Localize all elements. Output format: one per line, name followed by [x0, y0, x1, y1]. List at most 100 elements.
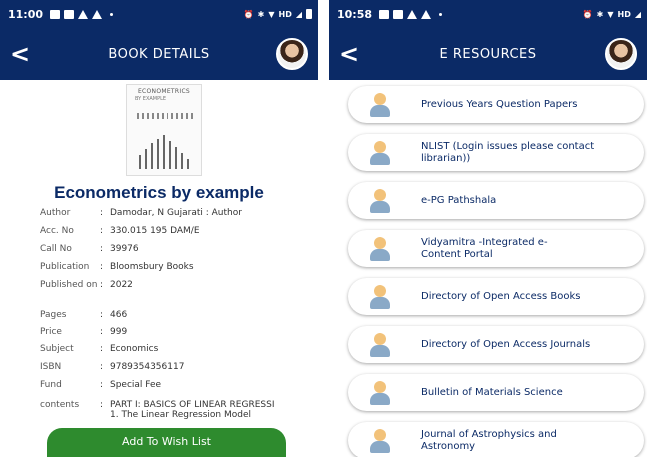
person-icon	[368, 332, 392, 357]
page-title: E RESOURCES	[439, 46, 537, 62]
book-details-table: Author : Damodar, N Gujarati : Author Ac…	[40, 208, 318, 424]
resource-label: NLIST (Login issues please contact libra…	[421, 140, 595, 164]
signal-icon: ◢	[634, 9, 641, 19]
detail-label: ISBN	[40, 362, 62, 372]
bluetooth-icon: ✱	[596, 9, 604, 19]
person-icon	[368, 188, 392, 213]
cover-pattern	[137, 113, 194, 121]
alarm-icon: ⏰	[582, 9, 593, 19]
resource-label: Directory of Open Access Books	[421, 290, 581, 302]
detail-label: Acc. No	[40, 226, 74, 236]
network-type: HD	[278, 9, 292, 19]
person-icon	[368, 236, 392, 261]
detail-row-contents: contents : PART I: BASICS OF LINEAR REGR…	[40, 400, 318, 424]
app-bar: < E RESOURCES	[329, 28, 647, 80]
resource-label: Journal of Astrophysics and Astronomy	[421, 428, 557, 452]
detail-value: Damodar, N Gujarati : Author	[110, 208, 242, 218]
cover-subtitle: BY EXAMPLE	[135, 96, 167, 102]
detail-label: Published on	[40, 280, 98, 290]
contents-line-1: PART I: BASICS OF LINEAR REGRESSI	[110, 400, 275, 410]
app-bar: < BOOK DETAILS	[0, 28, 318, 80]
person-icon	[368, 380, 392, 405]
detail-row-call-no: Call No : 39976	[40, 244, 318, 262]
detail-value: 39976	[110, 244, 139, 254]
warning-icon	[92, 9, 103, 19]
detail-row-fund: Fund : Special Fee	[40, 380, 318, 400]
add-to-wish-list-button[interactable]: Add To Wish List	[47, 428, 286, 457]
page-title: BOOK DETAILS	[108, 46, 210, 62]
detail-row-pages: Pages : 466	[40, 310, 318, 327]
contents-line-2: 1. The Linear Regression Model	[110, 410, 251, 420]
detail-row-publication: Publication : Bloomsbury Books	[40, 262, 318, 280]
bluetooth-icon: ✱	[257, 9, 265, 19]
person-icon	[368, 428, 392, 453]
message-icon	[50, 9, 61, 19]
resource-item[interactable]: NLIST (Login issues please contact libra…	[348, 134, 644, 171]
detail-value: 9789354356117	[110, 362, 185, 372]
detail-value: Bloomsbury Books	[110, 262, 194, 272]
system-icons: ⏰ ✱ ▼ HD ◢	[583, 10, 641, 19]
status-time: 11:00	[8, 7, 44, 21]
detail-row-acc-no: Acc. No : 330.015 195 DAM/E	[40, 226, 318, 244]
resource-item[interactable]: Vidyamitra -Integrated e-Content Portal	[348, 230, 644, 267]
status-bar: 11:00 ⏰ ✱ ▼ HD ◢	[0, 0, 318, 28]
resource-label: Directory of Open Access Journals	[421, 338, 591, 350]
cover-illustration	[139, 133, 193, 169]
notification-icons	[50, 9, 114, 19]
profile-avatar[interactable]	[276, 38, 308, 70]
resource-item[interactable]: e-PG Pathshala	[348, 182, 644, 219]
detail-row-isbn: ISBN : 9789354356117	[40, 362, 318, 380]
detail-row-subject: Subject : Economics	[40, 344, 318, 362]
notification-icons	[379, 9, 443, 19]
status-bar: 10:58 ⏰ ✱ ▼ HD ◢	[329, 0, 647, 28]
warning-icon	[421, 9, 432, 19]
detail-row-author: Author : Damodar, N Gujarati : Author	[40, 208, 318, 226]
dot-icon	[110, 12, 114, 16]
resource-label: Previous Years Question Papers	[421, 98, 578, 110]
e-resources-screen: 10:58 ⏰ ✱ ▼ HD ◢ < E RESOURCES Previous …	[329, 0, 647, 457]
alarm-icon: ⏰	[243, 9, 254, 19]
detail-value: 330.015 195 DAM/E	[110, 226, 200, 236]
resource-list: Previous Years Question Papers NLIST (Lo…	[348, 86, 644, 457]
detail-value: Economics	[110, 344, 159, 354]
resource-item[interactable]: Directory of Open Access Journals	[348, 326, 644, 363]
detail-value: 466	[110, 310, 128, 320]
detail-label: Author	[40, 208, 71, 218]
detail-label: Price	[40, 327, 62, 337]
detail-label: Pages	[40, 310, 67, 320]
resource-label: Vidyamitra -Integrated e-Content Portal	[421, 236, 548, 260]
wifi-icon: ▼	[607, 9, 614, 19]
gallery-icon	[64, 9, 75, 19]
resource-label: Bulletin of Materials Science	[421, 386, 563, 398]
detail-value: 2022	[110, 280, 133, 290]
detail-label: Publication	[40, 262, 90, 272]
resource-item[interactable]: Previous Years Question Papers	[348, 86, 644, 123]
person-icon	[368, 140, 392, 165]
back-chevron-icon[interactable]: <	[339, 42, 365, 66]
person-icon	[368, 284, 392, 309]
resource-label: e-PG Pathshala	[421, 194, 497, 206]
detail-row-published-on: Published on : 2022	[40, 280, 318, 310]
detail-value: PART I: BASICS OF LINEAR REGRESSI 1. The…	[110, 400, 318, 424]
detail-label: contents	[40, 400, 80, 410]
detail-value: 999	[110, 327, 128, 337]
system-icons: ⏰ ✱ ▼ HD ◢	[244, 9, 312, 19]
book-cover-image: ECONOMETRICS BY EXAMPLE	[126, 84, 202, 176]
person-icon	[368, 92, 392, 117]
status-time: 10:58	[337, 7, 373, 21]
network-type: HD	[617, 9, 631, 19]
warning-icon	[78, 9, 89, 19]
cover-title: ECONOMETRICS	[137, 88, 191, 95]
profile-avatar[interactable]	[605, 38, 637, 70]
detail-label: Fund	[40, 380, 62, 390]
gallery-icon	[393, 9, 404, 19]
resource-item[interactable]: Journal of Astrophysics and Astronomy	[348, 422, 644, 457]
book-details-screen: 11:00 ⏰ ✱ ▼ HD ◢ < BOOK DETAILS ECONOMET…	[0, 0, 318, 457]
resource-item[interactable]: Directory of Open Access Books	[348, 278, 644, 315]
warning-icon	[407, 9, 418, 19]
back-chevron-icon[interactable]: <	[10, 42, 36, 66]
resource-item[interactable]: Bulletin of Materials Science	[348, 374, 644, 411]
signal-icon: ◢	[295, 9, 302, 19]
book-title: Econometrics by example	[54, 183, 264, 202]
detail-label: Call No	[40, 244, 72, 254]
